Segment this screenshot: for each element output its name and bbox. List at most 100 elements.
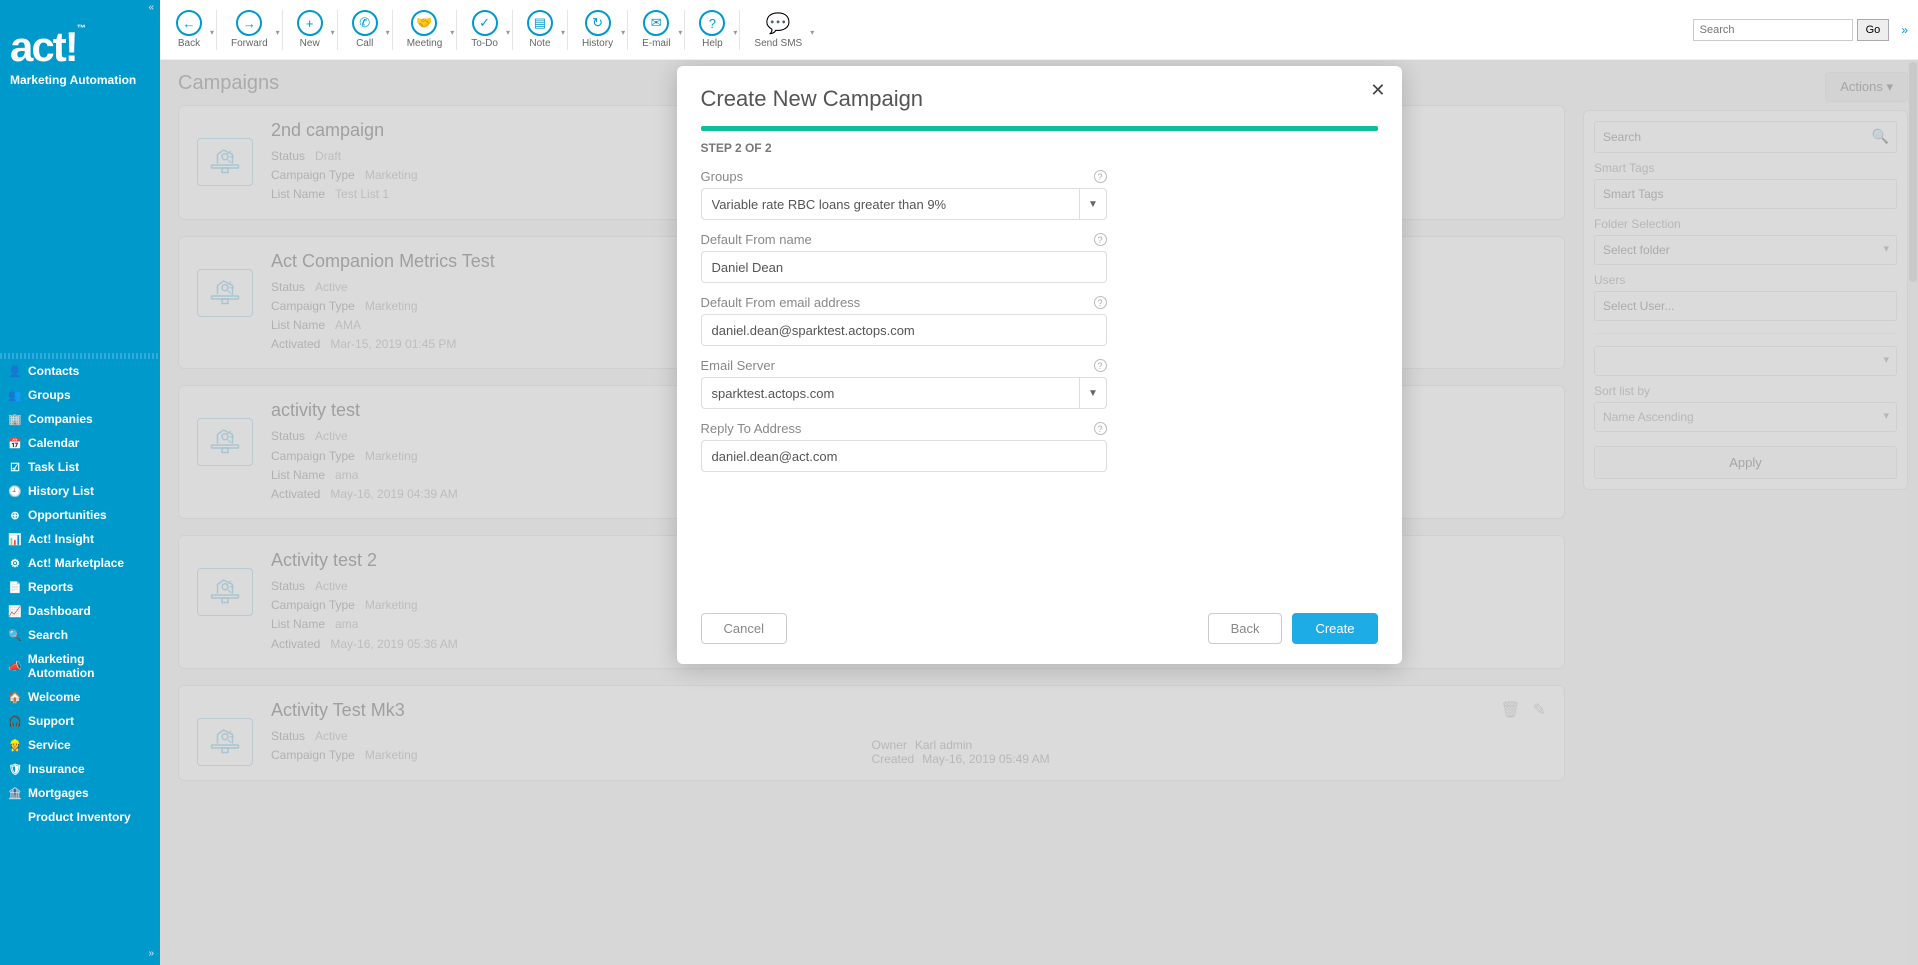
email-server-label: Email Server xyxy=(701,358,775,373)
toolbar-expand-icon[interactable]: » xyxy=(1897,23,1912,37)
help-icon[interactable]: ? xyxy=(1094,170,1107,183)
sidebar-item-calendar[interactable]: 📅Calendar xyxy=(0,431,160,455)
nav-icon: 📄 xyxy=(8,580,22,594)
from-name-label: Default From name xyxy=(701,232,812,247)
help-icon[interactable]: ? xyxy=(1094,233,1107,246)
toolbar-history-button[interactable]: ↻History▾ xyxy=(572,6,623,53)
reply-to-label: Reply To Address xyxy=(701,421,802,436)
chevron-down-icon: ▾ xyxy=(450,28,454,37)
sidebar-item-marketing-automation[interactable]: 📣Marketing Automation xyxy=(0,647,160,685)
sidebar-item-mortgages[interactable]: 🏦Mortgages xyxy=(0,781,160,805)
toolbar-help-button[interactable]: ?Help▾ xyxy=(689,6,735,53)
toolbar-search: Go xyxy=(1693,19,1890,41)
toolbar-forward-button[interactable]: → Forward ▾ xyxy=(221,6,278,53)
toolbar-back-button[interactable]: ←Back▾ xyxy=(166,6,212,53)
new-icon: + xyxy=(297,10,323,36)
nav-label: Insurance xyxy=(28,762,85,776)
nav-icon: 📈 xyxy=(8,604,22,618)
logo-text: act!™ xyxy=(10,23,150,71)
sidebar-item-reports[interactable]: 📄Reports xyxy=(0,575,160,599)
sidebar-item-opportunities[interactable]: ⊕Opportunities xyxy=(0,503,160,527)
nav-icon: 🕘 xyxy=(8,484,22,498)
sidebar-item-service[interactable]: 👷Service xyxy=(0,733,160,757)
email-server-select[interactable] xyxy=(701,377,1107,409)
nav-label: Contacts xyxy=(28,364,79,378)
separator xyxy=(216,10,217,50)
from-email-label: Default From email address xyxy=(701,295,861,310)
toolbar-go-button[interactable]: Go xyxy=(1857,19,1890,41)
toolbar-label: Forward xyxy=(231,38,268,49)
toolbar-new-button[interactable]: +New▾ xyxy=(287,6,333,53)
separator xyxy=(684,10,685,50)
sidebar-item-search[interactable]: 🔍Search xyxy=(0,623,160,647)
help-icon: ? xyxy=(699,10,725,36)
toolbar-label: Note xyxy=(529,38,550,49)
nav-label: Dashboard xyxy=(28,604,91,618)
logo-subtitle: Marketing Automation xyxy=(10,73,150,87)
close-icon[interactable]: ✕ xyxy=(1370,80,1385,101)
help-icon[interactable]: ? xyxy=(1094,296,1107,309)
nav-icon xyxy=(8,810,22,824)
create-campaign-modal: ✕ Create New Campaign STEP 2 OF 2 Groups… xyxy=(677,66,1402,664)
main: ←Back▾→Forward▾+New▾✆Call▾🤝Meeting▾✓To-D… xyxy=(160,0,1918,965)
chevron-down-icon: ▾ xyxy=(561,28,565,37)
nav-label: Marketing Automation xyxy=(28,652,152,680)
sidebar-item-product-inventory[interactable]: Product Inventory xyxy=(0,805,160,829)
forward-icon: → xyxy=(236,10,262,36)
help-icon[interactable]: ? xyxy=(1094,422,1107,435)
toolbar-e-mail-button[interactable]: ✉E-mail▾ xyxy=(632,6,680,53)
nav-icon: ⚙ xyxy=(8,556,22,570)
nav-icon: ⊕ xyxy=(8,508,22,522)
chevron-down-icon: ▾ xyxy=(506,28,510,37)
sidebar-item-contacts[interactable]: 👤Contacts xyxy=(0,359,160,383)
sidebar-item-support[interactable]: 🎧Support xyxy=(0,709,160,733)
nav-icon: ☑ xyxy=(8,460,22,474)
nav-icon: 👷 xyxy=(8,738,22,752)
toolbar-label: Call xyxy=(356,38,373,49)
chevron-down-icon: ▾ xyxy=(276,28,280,37)
sidebar-item-dashboard[interactable]: 📈 Dashboard xyxy=(0,599,160,623)
sidebar-item-history-list[interactable]: 🕘History List xyxy=(0,479,160,503)
toolbar-meeting-button[interactable]: 🤝Meeting▾ xyxy=(397,6,453,53)
groups-select[interactable] xyxy=(701,188,1107,220)
sidebar-item-companies[interactable]: 🏢Companies xyxy=(0,407,160,431)
sidebar-item-groups[interactable]: 👥Groups xyxy=(0,383,160,407)
sidebar-item-act-marketplace[interactable]: ⚙Act! Marketplace xyxy=(0,551,160,575)
nav-icon: 🛡 xyxy=(8,762,22,776)
nav-label: Product Inventory xyxy=(28,810,131,824)
note-icon: ▤ xyxy=(527,10,553,36)
sidebar-item-insurance[interactable]: 🛡 Insurance xyxy=(0,757,160,781)
back-button[interactable]: Back xyxy=(1208,613,1283,644)
groups-label: Groups xyxy=(701,169,744,184)
from-name-input[interactable] xyxy=(701,251,1107,283)
sidebar-item-act-insight[interactable]: 📊Act! Insight xyxy=(0,527,160,551)
create-button[interactable]: Create xyxy=(1292,613,1377,644)
nav-label: Search xyxy=(28,628,68,642)
sidebar-item-task-list[interactable]: ☑ Task List xyxy=(0,455,160,479)
toolbar-label: New xyxy=(300,38,320,49)
expand-sidebar-icon[interactable]: » xyxy=(0,942,160,965)
nav-label: Task List xyxy=(28,460,79,474)
nav-label: Act! Insight xyxy=(28,532,94,546)
toolbar-note-button[interactable]: ▤ Note ▾ xyxy=(517,6,563,53)
separator xyxy=(567,10,568,50)
chevron-down-icon: ▾ xyxy=(621,28,625,37)
toolbar-label: Meeting xyxy=(407,38,443,49)
chevron-down-icon: ▾ xyxy=(678,28,682,37)
separator xyxy=(392,10,393,50)
toolbar-search-input[interactable] xyxy=(1693,19,1853,41)
from-email-input[interactable] xyxy=(701,314,1107,346)
separator xyxy=(337,10,338,50)
history-icon: ↻ xyxy=(585,10,611,36)
collapse-sidebar-icon[interactable]: « xyxy=(0,0,160,15)
step-label: STEP 2 OF 2 xyxy=(701,141,1378,155)
cancel-button[interactable]: Cancel xyxy=(701,613,787,644)
separator xyxy=(282,10,283,50)
toolbar-to-do-button[interactable]: ✓To-Do▾ xyxy=(461,6,508,53)
reply-to-input[interactable] xyxy=(701,440,1107,472)
toolbar-call-button[interactable]: ✆Call▾ xyxy=(342,6,388,53)
toolbar-send-sms-button[interactable]: 💬Send SMS▾ xyxy=(744,6,812,53)
sidebar-item-welcome[interactable]: 🏠Welcome xyxy=(0,685,160,709)
to-do-icon: ✓ xyxy=(472,10,498,36)
help-icon[interactable]: ? xyxy=(1094,359,1107,372)
